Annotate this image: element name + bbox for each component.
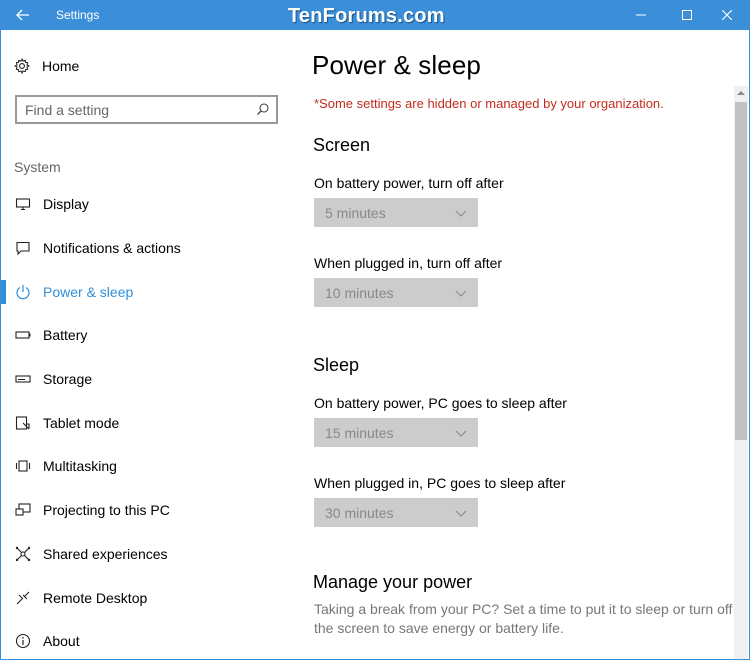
gear-icon — [14, 58, 30, 74]
minimize-button[interactable] — [618, 0, 664, 30]
close-icon — [722, 10, 732, 20]
sidebar-item-display[interactable]: Display — [0, 186, 290, 222]
minimize-icon — [636, 14, 646, 16]
sidebar-item-label: Power & sleep — [43, 284, 134, 300]
sidebar-item-notifications[interactable]: Notifications & actions — [0, 230, 290, 266]
sidebar-item-label: Storage — [43, 371, 93, 387]
sidebar-item-label: Remote Desktop — [43, 590, 148, 606]
sidebar-item-multitasking[interactable]: Multitasking — [0, 448, 290, 484]
back-button[interactable] — [0, 0, 46, 30]
screen-plugged-dropdown[interactable]: 10 minutes — [314, 278, 478, 307]
search-icon[interactable] — [256, 102, 270, 121]
dropdown-value: 5 minutes — [325, 204, 386, 221]
search-input[interactable] — [17, 101, 247, 118]
chevron-down-icon — [455, 506, 467, 522]
sidebar-item-label: Multitasking — [43, 458, 117, 474]
home-link[interactable]: Home — [14, 56, 79, 76]
sidebar-item-remote-desktop[interactable]: Remote Desktop — [0, 580, 290, 616]
sidebar-item-tablet-mode[interactable]: Tablet mode — [0, 405, 290, 441]
multitasking-icon — [14, 457, 32, 475]
sleep-plugged-dropdown[interactable]: 30 minutes — [314, 498, 478, 527]
sidebar-item-power-sleep[interactable]: Power & sleep — [0, 274, 290, 310]
power-icon — [14, 283, 32, 301]
sidebar-item-label: Battery — [43, 327, 88, 343]
sleep-battery-dropdown[interactable]: 15 minutes — [314, 418, 478, 447]
sidebar-item-storage[interactable]: Storage — [0, 361, 290, 397]
shared-icon — [14, 545, 32, 563]
message-icon — [14, 239, 32, 257]
window-title: Settings — [56, 8, 100, 22]
watermark: TenForums.com — [288, 5, 445, 27]
sidebar-item-label: Display — [43, 196, 89, 212]
manage-power-heading: Manage your power — [313, 572, 473, 592]
chevron-down-icon — [455, 206, 467, 222]
sidebar-item-label: Tablet mode — [43, 415, 120, 431]
dropdown-value: 15 minutes — [325, 424, 394, 441]
sleep-plugged-label: When plugged in, PC goes to sleep after — [314, 475, 566, 491]
close-button[interactable] — [704, 0, 750, 30]
scrollbar[interactable] — [734, 86, 748, 659]
sidebar-item-projecting[interactable]: Projecting to this PC — [0, 492, 290, 528]
search-box[interactable] — [15, 95, 278, 124]
maximize-icon — [682, 10, 692, 20]
sidebar-item-battery[interactable]: Battery — [0, 317, 290, 353]
screen-plugged-label: When plugged in, turn off after — [314, 255, 503, 271]
screen-heading: Screen — [313, 135, 371, 155]
home-label: Home — [42, 58, 80, 74]
scroll-thumb[interactable] — [735, 102, 747, 440]
page-title: Power & sleep — [312, 50, 481, 80]
back-arrow-icon — [16, 9, 29, 21]
chevron-down-icon — [455, 286, 467, 302]
group-label-system: System — [14, 159, 61, 175]
sidebar-item-label: Notifications & actions — [43, 240, 181, 256]
sleep-battery-label: On battery power, PC goes to sleep after — [314, 395, 567, 411]
chevron-down-icon — [455, 426, 467, 442]
sidebar-item-label: About — [43, 633, 80, 649]
manage-power-description: Taking a break from your PC? Set a time … — [314, 601, 733, 636]
info-icon — [14, 632, 32, 650]
screen-battery-label: On battery power, turn off after — [314, 175, 504, 191]
screen-battery-dropdown[interactable]: 5 minutes — [314, 198, 478, 227]
tablet-icon — [14, 414, 32, 432]
sidebar-item-about[interactable]: About — [0, 623, 290, 659]
sidebar-item-shared-experiences[interactable]: Shared experiences — [0, 536, 290, 572]
remote-icon — [14, 589, 32, 607]
battery-icon — [14, 326, 32, 344]
title-bar: Settings TenForums.com — [0, 0, 750, 30]
projecting-icon — [14, 501, 32, 519]
sidebar-item-label: Shared experiences — [43, 546, 168, 562]
scroll-up-button[interactable] — [734, 86, 748, 100]
managed-notice: *Some settings are hidden or managed by … — [314, 96, 664, 111]
monitor-icon — [14, 195, 32, 213]
chevron-up-icon — [737, 91, 745, 95]
dropdown-value: 30 minutes — [325, 504, 394, 521]
sidebar-item-label: Projecting to this PC — [43, 502, 170, 518]
storage-icon — [14, 370, 32, 388]
dropdown-value: 10 minutes — [325, 284, 394, 301]
active-indicator — [1, 280, 6, 304]
sleep-heading: Sleep — [313, 355, 360, 375]
